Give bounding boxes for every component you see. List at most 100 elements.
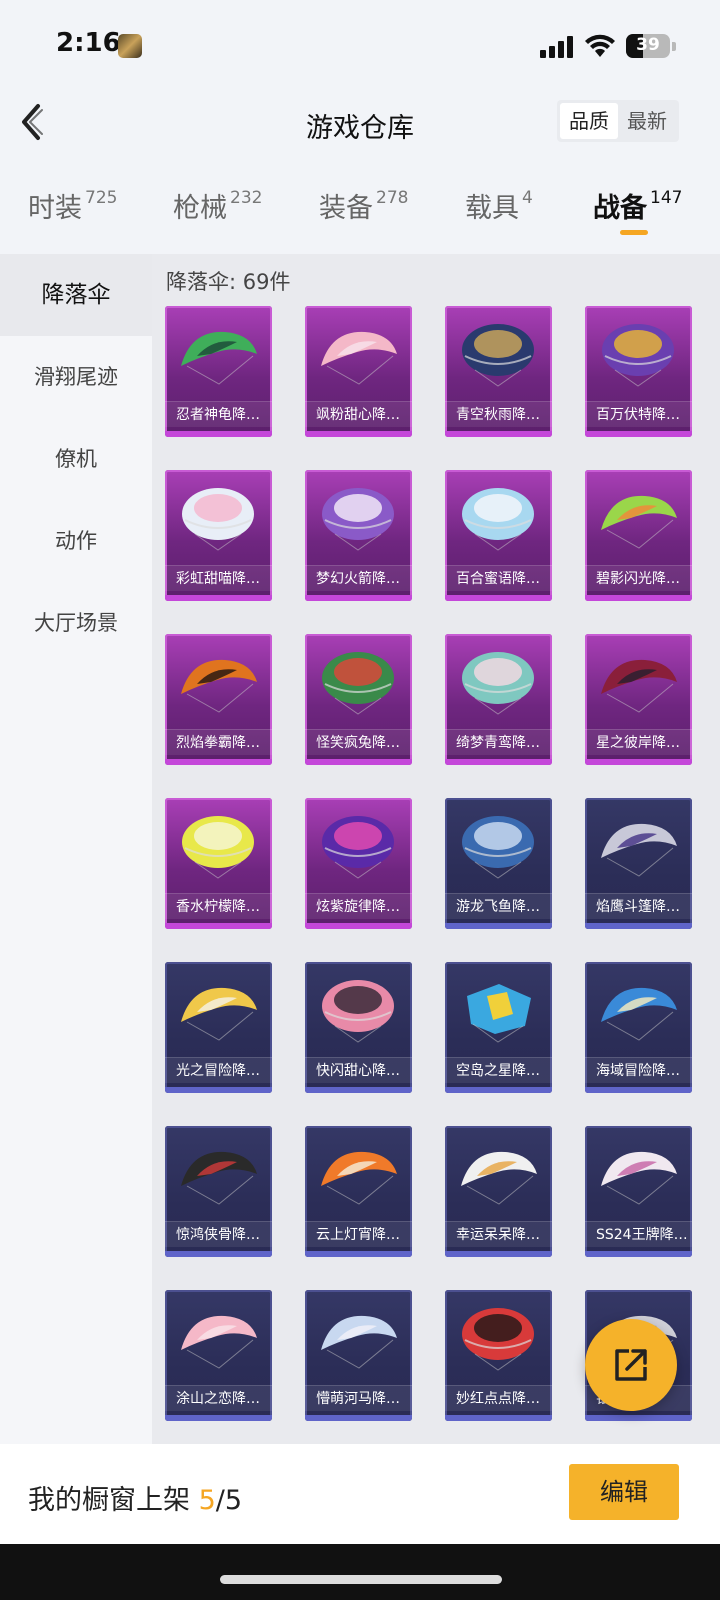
status-bar: 2:16 39 xyxy=(0,0,720,92)
showcase-bar: 我的橱窗上架 5/5 编辑 xyxy=(0,1444,720,1544)
parachute-name: 香水柠檬降… xyxy=(165,893,272,919)
parachute-icon xyxy=(181,1315,257,1369)
parachute-card[interactable]: 百合蜜语降… xyxy=(445,470,552,601)
showcase-current: 5 xyxy=(198,1485,216,1516)
parachute-card[interactable]: 快闪甜心降… xyxy=(305,962,412,1093)
parachute-card[interactable]: 云上灯宵降… xyxy=(305,1126,412,1257)
parachute-card[interactable]: 懵萌河马降… xyxy=(305,1290,412,1421)
parachute-card[interactable]: 忍者神龟降… xyxy=(165,306,272,437)
parachute-name: 彩虹甜喵降… xyxy=(165,565,272,591)
parachute-card[interactable]: 星之彼岸降… xyxy=(585,634,692,765)
parachute-icon xyxy=(181,659,257,713)
parachute-card[interactable]: 幸运呆呆降… xyxy=(445,1126,552,1257)
parachute-card[interactable]: 飒粉甜心降… xyxy=(305,306,412,437)
category-tabs: 时装 725 枪械 232 装备 278 载具 4 战备 147 xyxy=(0,186,720,246)
parachute-icon xyxy=(182,816,254,879)
parachute-icon xyxy=(462,488,534,551)
parachute-icon xyxy=(601,987,677,1041)
parachute-card[interactable]: 焰鹰斗篷降… xyxy=(585,798,692,929)
parachute-card[interactable]: SS24王牌降… xyxy=(585,1126,692,1257)
sidebar-item-glide-trail[interactable]: 滑翔尾迹 xyxy=(0,336,152,418)
parachute-icon xyxy=(462,324,534,387)
parachute-icon xyxy=(322,980,394,1043)
parachute-name: 焰鹰斗篷降… xyxy=(585,893,692,919)
sidebar-item-parachute[interactable]: 降落伞 xyxy=(0,254,152,336)
item-count-header: 降落伞: 69件 xyxy=(166,270,291,294)
edit-button[interactable]: 编辑 xyxy=(569,1464,679,1520)
parachute-icon xyxy=(601,495,677,549)
tab-vehicles[interactable]: 载具 4 xyxy=(465,186,533,225)
home-indicator[interactable] xyxy=(220,1575,502,1584)
parachute-name: 百合蜜语降… xyxy=(445,565,552,591)
tab-fashion[interactable]: 时装 725 xyxy=(28,186,117,225)
parachute-name: 怪笑疯兔降… xyxy=(305,729,412,755)
parachute-card[interactable]: 绮梦青鸾降… xyxy=(445,634,552,765)
sub-category-sidebar: 降落伞 滑翔尾迹 僚机 动作 大厅场景 xyxy=(0,254,152,1444)
parachute-name: 快闪甜心降… xyxy=(305,1057,412,1083)
parachute-name: 幸运呆呆降… xyxy=(445,1221,552,1247)
parachute-card[interactable]: 烈焰拳霸降… xyxy=(165,634,272,765)
showcase-total: 5 xyxy=(224,1485,243,1516)
parachute-name: 空岛之星降… xyxy=(445,1057,552,1083)
parachute-icon xyxy=(321,1151,397,1205)
parachute-card[interactable]: 妙红点点降… xyxy=(445,1290,552,1421)
parachute-card[interactable]: 光之冒险降… xyxy=(165,962,272,1093)
parachute-name: 星之彼岸降… xyxy=(585,729,692,755)
sidebar-item-wingman[interactable]: 僚机 xyxy=(0,418,152,500)
parachute-name: 梦幻火箭降… xyxy=(305,565,412,591)
sort-quality-button[interactable]: 品质 xyxy=(560,103,618,139)
parachute-icon xyxy=(181,987,257,1041)
sort-toggle: 品质 最新 xyxy=(557,100,679,142)
sort-newest-button[interactable]: 最新 xyxy=(618,103,676,139)
parachute-card[interactable]: 惊鸿侠骨降… xyxy=(165,1126,272,1257)
parachute-name: 游龙飞鱼降… xyxy=(445,893,552,919)
parachute-icon xyxy=(601,823,677,877)
parachute-card[interactable]: 碧影闪光降… xyxy=(585,470,692,601)
parachute-name: 海域冒险降… xyxy=(585,1057,692,1083)
parachute-icon xyxy=(601,1151,677,1205)
item-list-panel: 降落伞: 69件 忍者神龟降… 飒粉甜心降… 青空秋雨降… 百万伏特降… 彩虹甜喵降… 梦… xyxy=(152,254,720,1444)
tab-firearms[interactable]: 枪械 232 xyxy=(173,186,262,225)
parachute-card[interactable]: 游龙飞鱼降… xyxy=(445,798,552,929)
parachute-card[interactable]: 香水柠檬降… xyxy=(165,798,272,929)
parachute-name: 百万伏特降… xyxy=(585,401,692,427)
tab-combat-gear[interactable]: 战备 147 xyxy=(593,186,682,225)
parachute-icon xyxy=(181,1151,257,1205)
parachute-name: 飒粉甜心降… xyxy=(305,401,412,427)
signal-icon xyxy=(540,36,574,58)
sidebar-item-emote[interactable]: 动作 xyxy=(0,500,152,582)
parachute-icon xyxy=(321,1315,397,1369)
active-tab-indicator xyxy=(620,230,648,235)
parachute-name: 炫紫旋律降… xyxy=(305,893,412,919)
showcase-status: 我的橱窗上架 5/5 xyxy=(28,1485,243,1516)
parachute-card[interactable]: 梦幻火箭降… xyxy=(305,470,412,601)
parachute-card[interactable]: 空岛之星降… xyxy=(445,962,552,1093)
wifi-icon xyxy=(585,34,615,57)
share-fab-button[interactable] xyxy=(585,1319,677,1411)
battery-level: 39 xyxy=(636,35,660,55)
parachute-icon xyxy=(462,652,534,715)
parachute-card[interactable]: 怪笑疯兔降… xyxy=(305,634,412,765)
status-time: 2:16 xyxy=(56,28,121,58)
parachute-icon xyxy=(322,816,394,879)
sidebar-item-lobby-scene[interactable]: 大厅场景 xyxy=(0,582,152,664)
parachute-name: 涂山之恋降… xyxy=(165,1385,272,1411)
parachute-card[interactable]: 炫紫旋律降… xyxy=(305,798,412,929)
parachute-card[interactable]: 彩虹甜喵降… xyxy=(165,470,272,601)
parachute-name: 光之冒险降… xyxy=(165,1057,272,1083)
parachute-name: 惊鸿侠骨降… xyxy=(165,1221,272,1247)
parachute-icon xyxy=(182,488,254,551)
parachute-name: 妙红点点降… xyxy=(445,1385,552,1411)
parachute-card[interactable]: 青空秋雨降… xyxy=(445,306,552,437)
parachute-icon xyxy=(602,324,674,387)
parachute-name: 碧影闪光降… xyxy=(585,565,692,591)
parachute-card[interactable]: 涂山之恋降… xyxy=(165,1290,272,1421)
parachute-icon xyxy=(322,652,394,715)
parachute-name: 青空秋雨降… xyxy=(445,401,552,427)
parachute-icon xyxy=(467,984,531,1043)
game-app-icon xyxy=(118,34,142,58)
parachute-name: 忍者神龟降… xyxy=(165,401,272,427)
parachute-card[interactable]: 百万伏特降… xyxy=(585,306,692,437)
parachute-card[interactable]: 海域冒险降… xyxy=(585,962,692,1093)
tab-equipment[interactable]: 装备 278 xyxy=(319,186,408,225)
